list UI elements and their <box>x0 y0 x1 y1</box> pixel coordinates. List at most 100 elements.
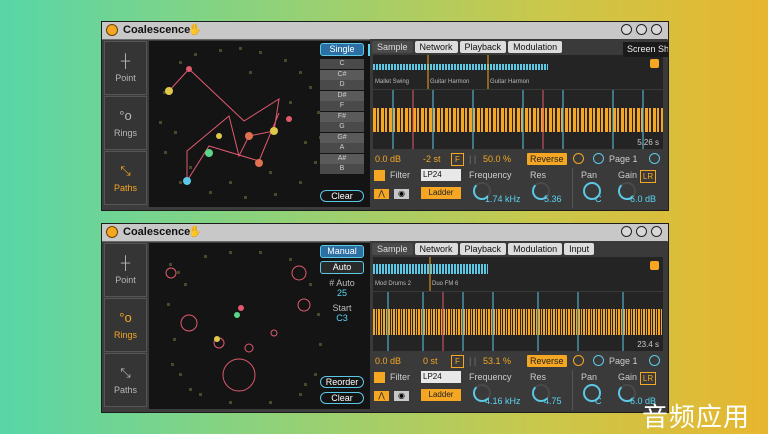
main-waveform[interactable]: 5.26 s <box>373 90 663 149</box>
mode-label: Point <box>115 274 136 285</box>
lr-button[interactable]: LR <box>640 372 656 385</box>
mode-paths[interactable]: ⤡ Paths <box>104 151 147 205</box>
rings-icon: °o <box>119 107 132 123</box>
segment-label: Duo FM 6 <box>432 281 459 287</box>
position[interactable]: 50.0 % <box>483 152 511 166</box>
overview-waveform[interactable]: Mallet Swing Guitar Harmon Guitar Harmon <box>373 55 663 89</box>
gain-value: -6.0 dB <box>627 194 657 204</box>
main-waveform[interactable]: 23.4 s <box>373 292 663 351</box>
res-value: 4.75 <box>544 396 562 406</box>
tab-modulation[interactable]: Modulation <box>508 41 563 53</box>
prev-page-icon[interactable] <box>593 153 604 164</box>
reverse-button[interactable]: Reverse <box>527 355 567 367</box>
fold-icon[interactable] <box>621 226 632 237</box>
save-icon[interactable] <box>650 261 659 270</box>
sample-panel: Sample Network Playback Modulation Input… <box>370 241 667 412</box>
coalescence-window-paths: Coalescence ✋ Screen Sh ┼ Point °o Rings ⤡… <box>101 21 669 211</box>
mode-rings[interactable]: °o Rings <box>104 298 147 352</box>
page-label: Page 1 <box>609 356 638 366</box>
auto-button[interactable]: Auto <box>320 261 364 274</box>
f-button[interactable]: F <box>451 355 464 368</box>
fold-icon[interactable] <box>621 24 632 35</box>
note-item[interactable]: C# <box>320 69 364 80</box>
filter-mode-button[interactable]: Ladder <box>421 187 461 199</box>
transpose[interactable]: -2 st <box>423 152 441 166</box>
tab-network[interactable]: Network <box>414 41 458 53</box>
filter-checkbox[interactable] <box>374 170 385 181</box>
close-icon[interactable] <box>573 153 584 164</box>
filter-label: Filter <box>390 170 410 180</box>
clear-button[interactable]: Clear <box>320 392 364 404</box>
start-value[interactable]: C3 <box>320 313 364 323</box>
tab-modulation[interactable]: Modulation <box>508 243 563 255</box>
note-item[interactable]: G# <box>320 132 364 143</box>
filter-type-select[interactable]: LP24 <box>421 169 461 181</box>
f-button[interactable]: F <box>451 153 464 166</box>
manual-button[interactable]: Manual <box>320 245 364 258</box>
close-icon[interactable] <box>573 355 584 366</box>
filter-checkbox[interactable] <box>374 372 385 383</box>
power-icon[interactable] <box>106 24 118 36</box>
note-item[interactable]: F# <box>320 111 364 122</box>
filter-mode-button[interactable]: Ladder <box>421 389 461 401</box>
note-item[interactable]: D <box>320 80 364 90</box>
overview-waveform[interactable]: Mod Drums 2 Duo FM 6 <box>373 257 663 291</box>
paths-icon: ⤡ <box>120 364 131 380</box>
rings-icon: °o <box>119 309 132 325</box>
title-bar: Coalescence ✋ <box>102 224 668 242</box>
clear-button[interactable]: Clear <box>320 190 364 202</box>
mode-rings[interactable]: °o Rings <box>104 96 147 150</box>
note-item[interactable]: B <box>320 164 364 174</box>
settings-icon[interactable] <box>636 24 647 35</box>
note-item[interactable]: A <box>320 143 364 153</box>
title-bar: Coalescence ✋ <box>102 22 668 40</box>
position[interactable]: 53.1 % <box>483 354 511 368</box>
mode-paths[interactable]: ⤡ Paths <box>104 353 147 407</box>
hand-icon: ✋ <box>188 226 202 238</box>
sample-length: 5.26 s <box>637 138 659 147</box>
save-icon[interactable] <box>651 226 662 237</box>
single-button[interactable]: Single <box>320 43 364 56</box>
shape-button[interactable]: ⋀ <box>374 391 389 401</box>
note-item[interactable]: G <box>320 122 364 132</box>
shape-alt-button[interactable]: ◉ <box>394 189 409 199</box>
mode-point[interactable]: ┼ Point <box>104 243 147 297</box>
reverse-button[interactable]: Reverse <box>527 153 567 165</box>
tab-sample[interactable]: Sample <box>372 41 413 53</box>
next-page-icon[interactable] <box>649 153 660 164</box>
save-icon[interactable] <box>650 59 659 68</box>
mode-label: Rings <box>113 329 137 340</box>
mode-point[interactable]: ┼ Point <box>104 41 147 95</box>
auto-count-value[interactable]: 25 <box>320 288 364 298</box>
filter-type-select[interactable]: LP24 <box>421 371 461 383</box>
filter-label: Filter <box>390 372 410 382</box>
mode-label: Paths <box>113 384 137 395</box>
shape-button[interactable]: ⋀ <box>374 189 389 199</box>
note-item[interactable]: D# <box>320 90 364 101</box>
tab-playback[interactable]: Playback <box>459 243 507 255</box>
prev-page-icon[interactable] <box>593 355 604 366</box>
reorder-button[interactable]: Reorder <box>320 376 364 388</box>
note-item[interactable]: C <box>320 59 364 69</box>
power-icon[interactable] <box>106 226 118 238</box>
frequency-value: 1.74 kHz <box>485 194 521 204</box>
shape-alt-button[interactable]: ◉ <box>394 391 409 401</box>
next-page-icon[interactable] <box>649 355 660 366</box>
pan-value: C <box>595 194 602 204</box>
settings-icon[interactable] <box>636 226 647 237</box>
page-label: Page 1 <box>609 154 638 164</box>
tab-playback[interactable]: Playback <box>459 41 507 53</box>
segment-label: Mallet Swing <box>375 79 410 85</box>
note-item[interactable]: A# <box>320 153 364 164</box>
coalescence-window-rings: Coalescence ✋ ┼ Point °o Rings ⤡ Paths M… <box>101 223 669 413</box>
sample-gain[interactable]: 0.0 dB <box>375 354 401 368</box>
tab-input[interactable]: Input <box>564 243 595 255</box>
window-title: Coalescence <box>123 24 191 36</box>
note-item[interactable]: F <box>320 101 364 111</box>
tab-sample[interactable]: Sample <box>372 243 413 255</box>
sample-gain[interactable]: 0.0 dB <box>375 152 401 166</box>
save-icon[interactable] <box>651 24 662 35</box>
lr-button[interactable]: LR <box>640 170 656 183</box>
transpose[interactable]: 0 st <box>423 354 438 368</box>
tab-network[interactable]: Network <box>414 243 458 255</box>
